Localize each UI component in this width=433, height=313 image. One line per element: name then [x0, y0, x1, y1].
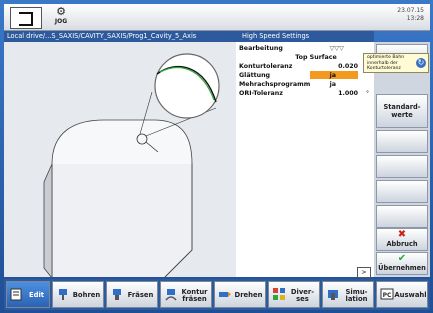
param-row-bearbeitung: Bearbeitung ▽▽▽: [236, 44, 374, 53]
uebernehmen-label: Übernehmen: [378, 264, 426, 272]
simulation-button[interactable]: Simu-lation: [322, 281, 374, 308]
ori-label: ORI-Toleranz: [239, 90, 283, 97]
kontur-fraesen-button[interactable]: Kontur fräsen: [160, 281, 212, 308]
jog-mode-icon[interactable]: ⚙ JOG: [48, 6, 74, 28]
param-row-ori-toleranz: ORI-Toleranz 1.000 °: [236, 89, 374, 98]
date-text: 23.07.15: [397, 7, 424, 14]
jog-label: JOG: [54, 18, 68, 25]
abbruch-label: Abbruch: [386, 240, 418, 248]
param-row-top-surface: Top Surface: [236, 53, 374, 62]
mehrachs-label: Mehrachsprogramm: [239, 81, 311, 88]
diverses-button[interactable]: Diver-ses: [268, 281, 320, 308]
misc-icon: [273, 288, 285, 300]
mehrachs-value[interactable]: ja: [330, 80, 336, 89]
abbruch-button[interactable]: ✖ Abbruch: [376, 228, 428, 251]
milling-icon: [113, 289, 121, 300]
part-body: [51, 147, 193, 279]
selection-icon: PC: [380, 288, 394, 300]
edit-button[interactable]: Edit: [6, 281, 50, 308]
simulation-label: Simu-lation: [345, 287, 368, 303]
right-softkey-4[interactable]: [376, 130, 428, 153]
simulation-icon: [328, 290, 338, 300]
fraesen-label: Fräsen: [127, 291, 154, 299]
part-top-surface: [51, 119, 193, 165]
hint-text: optimierte Bahn innerhalb der Konturtole…: [367, 55, 405, 71]
diverses-label: Diver-ses: [290, 287, 315, 303]
part-side-face: [43, 163, 53, 280]
machine-mode-icon[interactable]: [10, 7, 42, 29]
drehen-label: Drehen: [234, 291, 263, 299]
bohren-button[interactable]: Bohren: [52, 281, 104, 308]
glaettung-label: Glättung: [239, 72, 271, 79]
checkmark-icon: ✔: [397, 253, 407, 264]
ori-unit: °: [365, 90, 369, 97]
right-softkey-5[interactable]: [376, 155, 428, 178]
konturtoleranz-label: Konturtoleranz: [239, 63, 293, 70]
scroll-right-button[interactable]: >: [357, 267, 371, 278]
top-bar: ⚙ JOG 23.07.15 13:28: [4, 4, 430, 31]
parameter-panel: Bearbeitung ▽▽▽ Top Surface Konturtolera…: [236, 42, 374, 277]
info-icon: ↻: [416, 58, 426, 68]
time-text: 13:28: [406, 15, 424, 22]
glaettung-value: ja: [329, 72, 336, 79]
standard-values-button[interactable]: Standard-werte: [376, 94, 428, 128]
right-softkey-7[interactable]: [376, 205, 428, 228]
edit-icon: [10, 288, 22, 301]
auswahl-button[interactable]: PC Auswahl: [376, 281, 428, 308]
ori-value[interactable]: 1.000: [338, 89, 358, 98]
datetime-display: 23.07.15 13:28: [397, 7, 424, 23]
konturtoleranz-value[interactable]: 0.020: [338, 62, 358, 71]
standard-values-label: Standard-werte: [383, 103, 421, 119]
bohren-label: Bohren: [72, 291, 101, 299]
bearbeitung-label: Bearbeitung: [239, 45, 283, 52]
fraesen-button[interactable]: Fräsen: [106, 281, 158, 308]
cancel-icon: ✖: [397, 229, 407, 240]
bottom-softkey-bar: Edit Bohren Fräsen Kontur fräsen Drehen …: [4, 279, 430, 310]
right-softkey-6[interactable]: [376, 180, 428, 203]
part-3d-illustration: [43, 53, 220, 280]
top-surface-value[interactable]: Top Surface: [276, 53, 356, 62]
kontur-fraesen-label: Kontur fräsen: [181, 287, 208, 303]
hint-tooltip: optimierte Bahn innerhalb der Konturtole…: [363, 53, 429, 73]
part-graphic-view: [4, 42, 237, 280]
bearbeitung-value[interactable]: ▽▽▽: [329, 44, 344, 53]
section-title: High Speed Settings: [242, 32, 310, 40]
drehen-button[interactable]: Drehen: [214, 281, 266, 308]
svg-text:PC: PC: [383, 292, 392, 299]
contour-milling-icon: [165, 289, 177, 301]
uebernehmen-button[interactable]: ✔ Übernehmen: [376, 252, 428, 275]
right-softkey-bar: Standard-werte ✖ Abbruch ✔ Übernehmen: [374, 42, 430, 277]
param-row-glaettung: Glättung ja: [236, 71, 374, 80]
edit-label: Edit: [28, 291, 45, 299]
param-row-konturtoleranz: Konturtoleranz 0.020: [236, 62, 374, 71]
program-path: Local drive/...S_SAXIS/CAVITY_SAXIS/Prog…: [7, 32, 197, 40]
program-path-bar: Local drive/...S_SAXIS/CAVITY_SAXIS/Prog…: [4, 31, 374, 42]
turning-icon: [219, 292, 231, 297]
drill-icon: [59, 289, 67, 300]
auswahl-label: Auswahl: [394, 291, 427, 299]
param-row-mehrachsprogramm: Mehrachsprogramm ja: [236, 80, 374, 89]
